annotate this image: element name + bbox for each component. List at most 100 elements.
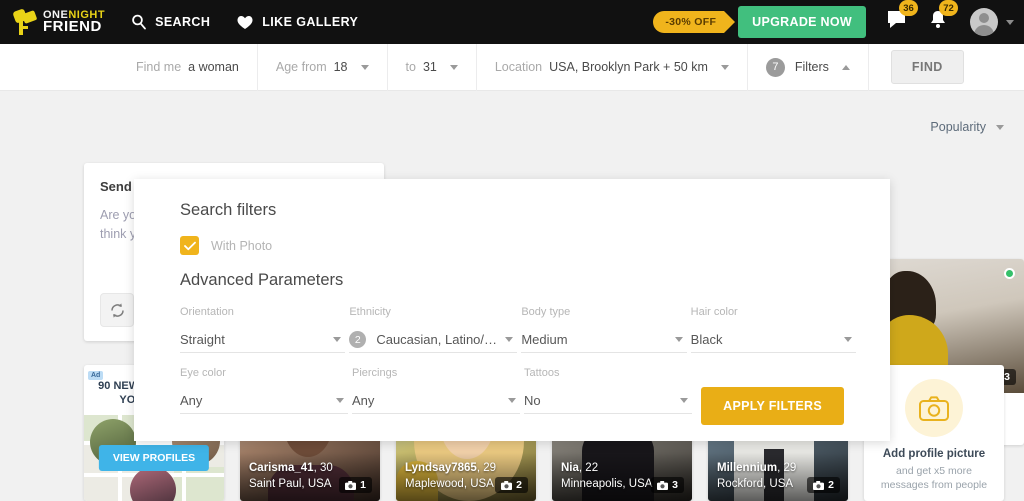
filter-select[interactable]: Any — [352, 388, 520, 414]
discount-label: -30% OFF — [665, 16, 717, 28]
nav-search[interactable]: SEARCH — [131, 14, 210, 30]
age-from-field[interactable]: Age from 18 — [258, 43, 388, 91]
find-button[interactable]: FIND — [890, 50, 964, 84]
heart-icon — [236, 14, 254, 30]
sort-dropdown[interactable]: Popularity — [930, 120, 1004, 134]
chevron-down-icon[interactable] — [508, 398, 516, 403]
find-me-field[interactable]: Find me a woman — [136, 43, 258, 91]
search-bar: Find me a woman Age from 18 to 31 Locati… — [0, 43, 1024, 91]
location-field[interactable]: Location USA, Brooklyn Park + 50 km — [477, 43, 748, 91]
camera-icon — [345, 480, 357, 490]
site-logo[interactable]: ONENIGHT FRIEND — [12, 7, 105, 37]
messages-button[interactable]: 36 — [886, 0, 918, 35]
photo-count-badge: 1 — [339, 477, 372, 493]
nav-like-gallery-label: LIKE GALLERY — [262, 15, 359, 29]
profile-name: Nia — [561, 461, 579, 474]
filter-value: Any — [180, 393, 203, 408]
photo-count-badge: 3 — [651, 477, 684, 493]
age-to-value: 31 — [422, 60, 437, 74]
camera-icon — [813, 480, 825, 490]
filter-label: Piercings — [352, 367, 398, 379]
profile-age: 30 — [319, 461, 333, 474]
ad-tag: Ad — [88, 371, 104, 380]
chevron-down-icon[interactable] — [449, 64, 458, 70]
chevron-down-icon[interactable] — [1006, 19, 1014, 25]
age-from-label: Age from — [275, 60, 327, 74]
profile-age: 29 — [783, 461, 797, 474]
photo-count-badge: 2 — [495, 477, 528, 493]
camera-icon — [919, 395, 949, 421]
filter-label: Orientation — [180, 306, 234, 318]
nav-like-gallery[interactable]: LIKE GALLERY — [236, 14, 358, 30]
panel-title: Search filters — [180, 201, 277, 219]
filters-count-badge: 7 — [765, 57, 785, 77]
apply-filters-button[interactable]: APPLY FILTERS — [701, 387, 844, 425]
filter-select[interactable]: Straight — [180, 327, 346, 353]
filter-label: Eye color — [180, 367, 226, 379]
notifications-badge: 72 — [939, 0, 958, 16]
age-from-value: 18 — [333, 60, 348, 74]
chevron-down-icon[interactable] — [360, 64, 369, 70]
messages-badge: 36 — [899, 0, 918, 16]
with-photo-row[interactable]: With Photo — [180, 236, 860, 255]
filter-select[interactable]: Medium — [521, 327, 687, 353]
chevron-down-icon[interactable] — [996, 124, 1004, 130]
filter-select[interactable]: No — [524, 388, 692, 414]
nav-search-label: SEARCH — [155, 15, 211, 29]
notifications-button[interactable]: 72 — [928, 0, 958, 35]
filter-select[interactable]: Black — [690, 327, 856, 353]
check-icon — [183, 241, 196, 250]
filter-label: Hair color — [690, 306, 738, 318]
chevron-down-icon[interactable] — [336, 398, 344, 403]
profile-name: Carisma_41 — [249, 461, 314, 474]
profile-name: Lyndsay7865 — [405, 461, 477, 474]
chevron-down-icon[interactable] — [843, 337, 852, 342]
filter-orientation[interactable]: Orientation Straight — [180, 306, 346, 353]
filter-hair-color[interactable]: Hair color Black — [690, 306, 856, 353]
search-icon — [131, 14, 147, 30]
discount-badge[interactable]: -30% OFF — [653, 11, 735, 33]
find-me-value: a woman — [188, 60, 239, 74]
view-profiles-button[interactable]: VIEW PROFILES — [98, 445, 210, 471]
filter-label: Body type — [521, 306, 571, 318]
filter-count-badge: 2 — [349, 331, 367, 348]
filter-value: Medium — [521, 332, 568, 347]
advanced-parameters-title: Advanced Parameters — [180, 271, 344, 289]
chevron-down-icon[interactable] — [720, 64, 729, 70]
photo-count-badge: 2 — [807, 477, 840, 493]
camera-icon — [501, 480, 513, 490]
add-picture-subtitle: and get x5 more messages from people — [880, 465, 988, 492]
chevron-down-icon[interactable] — [505, 337, 514, 342]
filter-ethnicity[interactable]: Ethnicity 2 Caucasian, Latino/ Hi... — [349, 306, 518, 353]
filter-tattoos[interactable]: Tattoos No — [524, 367, 692, 414]
chevron-down-icon[interactable] — [333, 337, 342, 342]
filter-value: Straight — [180, 332, 225, 347]
camera-circle — [905, 379, 963, 437]
chevron-down-icon[interactable] — [680, 398, 688, 403]
online-indicator — [1004, 268, 1015, 279]
chevron-up-icon[interactable] — [841, 64, 850, 70]
profile-age: 29 — [483, 461, 497, 474]
profile-age: 22 — [585, 461, 599, 474]
search-filters-panel: Search filters With Photo Advanced Param… — [134, 179, 890, 441]
age-to-field[interactable]: to 31 — [388, 43, 477, 91]
filter-select[interactable]: 2 Caucasian, Latino/ Hi... — [349, 327, 518, 353]
filter-piercings[interactable]: Piercings Any — [352, 367, 520, 414]
filters-toggle[interactable]: 7 Filters — [748, 43, 869, 91]
filter-select[interactable]: Any — [180, 388, 348, 414]
filters-label: Filters — [794, 60, 829, 74]
age-to-label: to — [405, 60, 416, 74]
with-photo-checkbox[interactable] — [180, 236, 199, 255]
filter-value: No — [524, 393, 541, 408]
with-photo-label: With Photo — [211, 238, 273, 253]
filter-body-type[interactable]: Body type Medium — [521, 306, 687, 353]
upgrade-now-button[interactable]: UPGRADE NOW — [738, 6, 866, 38]
main-content: Popularity Send Flirt Are you a think yo… — [0, 91, 1024, 501]
refresh-button[interactable] — [100, 293, 134, 327]
top-header: ONENIGHT FRIEND SEARCH LIKE GALLERY -30%… — [0, 0, 1024, 44]
chevron-down-icon[interactable] — [674, 337, 683, 342]
filters-row-1: Orientation Straight Ethnicity 2 Caucasi… — [180, 306, 860, 353]
location-label: Location — [494, 60, 543, 74]
filter-eye-color[interactable]: Eye color Any — [180, 367, 348, 414]
avatar[interactable] — [970, 8, 998, 36]
